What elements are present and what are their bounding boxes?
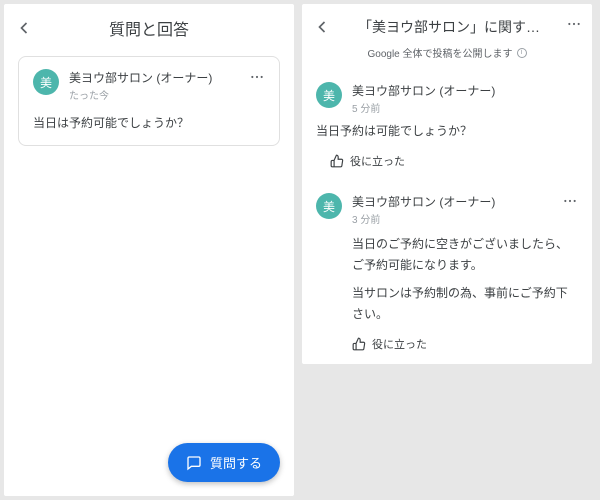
timestamp: たった今 (69, 87, 239, 102)
avatar: 美 (316, 82, 342, 108)
post-meta: 美ヨウ部サロン (オーナー) 5 分前 (352, 82, 578, 115)
thread-answer: 美 美ヨウ部サロン (オーナー) 3 分前 当日のご予約に空きがございましたら、… (302, 183, 592, 366)
helpful-button[interactable]: 役に立った (330, 153, 578, 169)
post-head: 美 美ヨウ部サロン (オーナー) たった今 (33, 69, 265, 102)
page-title: 質問と回答 (34, 16, 264, 40)
back-icon[interactable] (14, 18, 34, 38)
subtitle: Google 全体で投稿を公開します i (302, 45, 592, 72)
more-icon[interactable] (562, 193, 578, 214)
avatar: 美 (316, 193, 342, 219)
timestamp: 5 分前 (352, 100, 578, 115)
post-meta: 美ヨウ部サロン (オーナー) 3 分前 (352, 193, 552, 226)
subtitle-text: Google 全体で投稿を公開します (367, 45, 512, 60)
author-label: 美ヨウ部サロン (オーナー) (352, 193, 552, 210)
helpful-button[interactable]: 役に立った (352, 336, 578, 352)
header-left: 質問と回答 (4, 4, 294, 48)
author-label: 美ヨウ部サロン (オーナー) (352, 82, 578, 99)
thread-title: 「美ヨウ部サロン」に関す… (332, 17, 566, 37)
question-thread-panel: 「美ヨウ部サロン」に関す… Google 全体で投稿を公開します i 美 美ヨウ… (302, 4, 592, 364)
more-icon[interactable] (249, 69, 265, 90)
thumb-up-icon (330, 154, 344, 168)
post-head: 美 美ヨウ部サロン (オーナー) 5 分前 (316, 82, 578, 115)
header-right: 「美ヨウ部サロン」に関す… (302, 4, 592, 45)
helpful-label: 役に立った (350, 153, 405, 169)
thread-question-body: 当日予約は可能でしょうか？ (316, 121, 578, 141)
more-icon[interactable] (566, 16, 582, 37)
thread-question: 美 美ヨウ部サロン (オーナー) 5 分前 当日予約は可能でしょうか？ 役に立っ… (302, 72, 592, 183)
answer-p1: 当日のご予約に空きがございましたら、ご予約可能になります。 (352, 234, 578, 275)
question-card[interactable]: 美 美ヨウ部サロン (オーナー) たった今 当日は予約可能でしょうか？ (18, 56, 280, 146)
question-body: 当日は予約可能でしょうか？ (33, 114, 265, 133)
info-icon[interactable]: i (517, 48, 527, 58)
timestamp: 3 分前 (352, 211, 552, 226)
back-icon[interactable] (312, 17, 332, 37)
avatar: 美 (33, 69, 59, 95)
helpful-label: 役に立った (372, 336, 427, 352)
thumb-up-icon (352, 337, 366, 351)
chat-icon (186, 455, 202, 471)
ask-question-button[interactable]: 質問する (168, 443, 280, 482)
post-meta: 美ヨウ部サロン (オーナー) たった今 (69, 69, 239, 102)
fab-label: 質問する (210, 453, 262, 472)
author-label: 美ヨウ部サロン (オーナー) (69, 69, 239, 86)
thread-answer-body: 当日のご予約に空きがございましたら、ご予約可能になります。 当サロンは予約制の為… (352, 234, 578, 324)
answer-p2: 当サロンは予約制の為、事前にご予約下さい。 (352, 283, 578, 324)
post-head: 美 美ヨウ部サロン (オーナー) 3 分前 (316, 193, 578, 226)
questions-answers-panel: 質問と回答 美 美ヨウ部サロン (オーナー) たった今 当日は予約可能でしょうか… (4, 4, 294, 496)
